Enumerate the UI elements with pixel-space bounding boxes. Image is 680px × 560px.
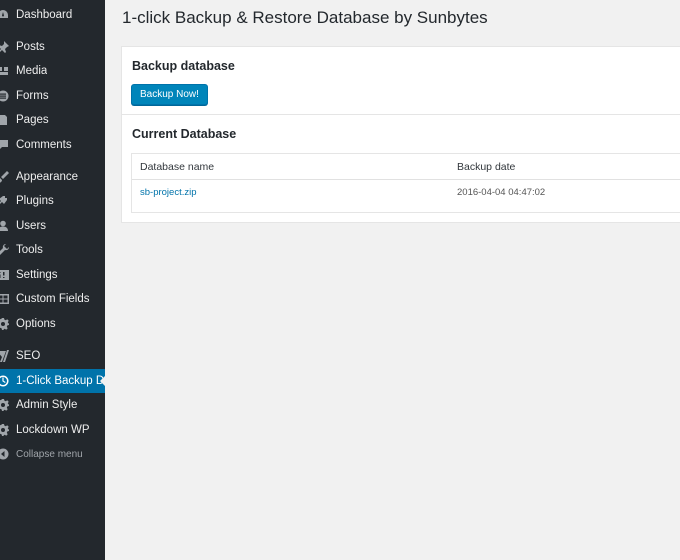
sidebar-item-label: Appearance bbox=[16, 171, 79, 183]
section-divider bbox=[122, 114, 680, 115]
page-icon bbox=[0, 113, 10, 127]
sidebar-item-label: Settings bbox=[16, 269, 58, 281]
sidebar-item-label: Pages bbox=[16, 114, 49, 126]
settings-icon bbox=[0, 268, 10, 282]
database-table: Database name Backup date sb-project.zip… bbox=[131, 153, 680, 213]
sidebar-item-admin-style[interactable]: Admin Style bbox=[0, 393, 105, 417]
backup-panel: Backup database Backup Now! Current Data… bbox=[121, 46, 680, 223]
sidebar-item-label: Admin Style bbox=[16, 399, 78, 411]
backup-date-value: 2016-04-04 04:47:02 bbox=[457, 187, 546, 198]
sidebar-item-users[interactable]: Users bbox=[0, 214, 105, 238]
pin-icon bbox=[0, 40, 10, 54]
plugin-icon bbox=[0, 194, 10, 208]
sidebar-item-seo[interactable]: SEO bbox=[0, 344, 105, 368]
sidebar-item-appearance[interactable]: Appearance bbox=[0, 165, 105, 189]
column-header-backup-date: Backup date bbox=[457, 161, 516, 173]
sidebar-item-comments[interactable]: Comments bbox=[0, 133, 105, 157]
sidebar-item-1-click-backup-db[interactable]: 1-Click Backup DB bbox=[0, 369, 105, 393]
sidebar-item-label: Posts bbox=[16, 41, 45, 53]
gear-icon bbox=[0, 423, 10, 437]
current-database-heading: Current Database bbox=[132, 127, 237, 141]
sidebar-item-options[interactable]: Options bbox=[0, 312, 105, 336]
backup-section-heading: Backup database bbox=[132, 59, 235, 73]
gear-icon bbox=[0, 317, 10, 331]
sidebar-item-posts[interactable]: Posts bbox=[0, 35, 105, 59]
sidebar-item-lockdown-wp[interactable]: Lockdown WP bbox=[0, 418, 105, 442]
sidebar-item-label: SEO bbox=[16, 350, 41, 362]
dashboard-icon bbox=[0, 8, 10, 22]
column-header-database-name: Database name bbox=[140, 161, 215, 173]
sidebar-item-label: Users bbox=[16, 220, 47, 232]
user-icon bbox=[0, 219, 10, 233]
collapse-menu-button[interactable]: Collapse menu bbox=[0, 442, 105, 466]
backup-now-button[interactable]: Backup Now! bbox=[131, 84, 208, 105]
sidebar-item-label: Media bbox=[16, 65, 48, 77]
sidebar-item-label: Custom Fields bbox=[16, 293, 90, 305]
forms-icon bbox=[0, 89, 10, 103]
admin-sidebar: Dashboard Posts Media Forms Pages Commen… bbox=[0, 0, 105, 560]
wrench-icon bbox=[0, 243, 10, 257]
grid-icon bbox=[0, 292, 10, 306]
sidebar-item-label: Comments bbox=[16, 139, 72, 151]
sidebar-item-label: Lockdown WP bbox=[16, 424, 90, 436]
collapse-arrow-icon bbox=[0, 447, 10, 461]
sidebar-item-custom-fields[interactable]: Custom Fields bbox=[0, 287, 105, 311]
media-icon bbox=[0, 64, 10, 78]
sidebar-item-label: Dashboard bbox=[16, 9, 73, 21]
sidebar-item-label: Options bbox=[16, 318, 56, 330]
sidebar-item-label: Tools bbox=[16, 244, 43, 256]
database-file-link[interactable]: sb-project.zip bbox=[140, 186, 197, 200]
sidebar-item-label: Forms bbox=[16, 90, 49, 102]
sidebar-item-media[interactable]: Media bbox=[0, 59, 105, 83]
seo-icon bbox=[0, 349, 10, 363]
sidebar-item-forms[interactable]: Forms bbox=[0, 84, 105, 108]
sidebar-item-dashboard[interactable]: Dashboard bbox=[0, 3, 105, 27]
brush-icon bbox=[0, 170, 10, 184]
comment-icon bbox=[0, 138, 10, 152]
collapse-menu-label: Collapse menu bbox=[16, 448, 83, 460]
clock-icon bbox=[0, 374, 10, 388]
sidebar-item-plugins[interactable]: Plugins bbox=[0, 189, 105, 213]
sidebar-item-label: Plugins bbox=[16, 195, 54, 207]
page-title: 1-click Backup & Restore Database by Sun… bbox=[122, 8, 488, 27]
table-header-row: Database name Backup date bbox=[132, 154, 680, 180]
sidebar-item-pages[interactable]: Pages bbox=[0, 108, 105, 132]
sidebar-item-settings[interactable]: Settings bbox=[0, 263, 105, 287]
sidebar-item-label: 1-Click Backup DB bbox=[16, 375, 105, 387]
gear-icon bbox=[0, 398, 10, 412]
sidebar-item-tools[interactable]: Tools bbox=[0, 238, 105, 262]
